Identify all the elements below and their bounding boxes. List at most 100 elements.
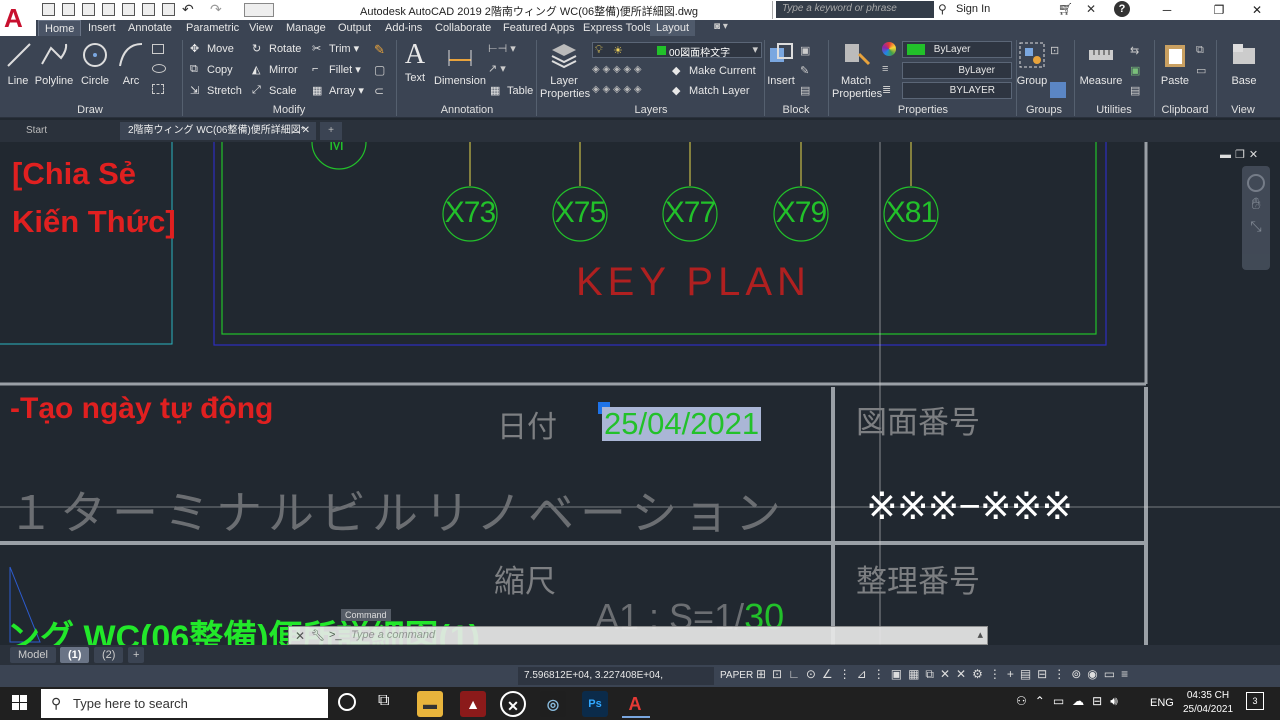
new-tab-button[interactable]: + bbox=[320, 122, 342, 140]
web-mobile-icon[interactable] bbox=[122, 3, 135, 16]
close-icon[interactable]: ✕ bbox=[295, 629, 305, 643]
pan-icon[interactable]: ✋︎ bbox=[1242, 196, 1270, 214]
open-icon[interactable] bbox=[62, 3, 75, 16]
rectangle-icon[interactable] bbox=[152, 44, 164, 54]
block-panel-label[interactable]: Block bbox=[766, 104, 826, 118]
minimize-button[interactable]: ─ bbox=[1144, 0, 1190, 20]
group-selection-icon[interactable] bbox=[1050, 82, 1066, 98]
wrench-icon[interactable]: 🔧︎ bbox=[311, 629, 325, 642]
chevron-up-icon[interactable]: ▴ bbox=[977, 628, 983, 641]
color-dropdown[interactable]: ByLayer bbox=[902, 41, 1012, 58]
make-current-button[interactable]: ◆ Make Current bbox=[672, 64, 756, 78]
save-as-icon[interactable] bbox=[102, 3, 115, 16]
erase-icon[interactable]: ✎ bbox=[374, 42, 385, 58]
table-button[interactable]: ▦ Table bbox=[490, 84, 533, 98]
tab-collaborate[interactable]: Collaborate bbox=[429, 20, 497, 36]
new-icon[interactable] bbox=[42, 3, 55, 16]
tab-add-ins[interactable]: Add-ins bbox=[379, 20, 428, 36]
text-button[interactable]: A Text bbox=[400, 40, 430, 85]
edit-block-icon[interactable]: ✎ bbox=[800, 64, 809, 77]
match-layer-button[interactable]: ◆ Match Layer bbox=[672, 84, 750, 98]
mirror-button[interactable]: ◭ Mirror bbox=[252, 63, 298, 77]
clipboard-panel-label[interactable]: Clipboard bbox=[1156, 104, 1214, 118]
ribbon-options-icon[interactable]: ◙ ▾ bbox=[714, 21, 728, 32]
move-button[interactable]: ✥ Move bbox=[190, 42, 234, 56]
view-panel-label[interactable]: View bbox=[1218, 104, 1268, 118]
rotate-button[interactable]: ↻ Rotate bbox=[252, 42, 301, 56]
fillet-button[interactable]: ⌐ Fillet ▾ bbox=[312, 63, 361, 77]
tab-manage[interactable]: Manage bbox=[280, 20, 332, 36]
dimension-button[interactable]: Dimension bbox=[434, 40, 486, 87]
close-icon[interactable]: ✕ bbox=[302, 122, 310, 140]
create-block-icon[interactable]: ▣ bbox=[800, 44, 810, 57]
search-input[interactable]: Type a keyword or phrase bbox=[776, 1, 934, 18]
copy-clip-icon[interactable]: ⧉ bbox=[1196, 44, 1204, 57]
status-toolbar-icons[interactable]: ⊞⊡∟⊙∠⋮⊿⋮▣▦⧉✕✕⚙⋮+▤⊟⋮⊚◉▭≡ bbox=[756, 667, 1134, 682]
tab-annotate[interactable]: Annotate bbox=[122, 20, 178, 36]
print-icon[interactable] bbox=[162, 3, 175, 16]
file-explorer-icon[interactable]: ▬ bbox=[417, 691, 443, 717]
date-field[interactable]: 25/04/2021 bbox=[602, 407, 762, 441]
quick-select-icon[interactable]: ⇆ bbox=[1130, 44, 1139, 57]
tab-model[interactable]: Model bbox=[10, 647, 56, 663]
tab-view[interactable]: View bbox=[243, 20, 279, 36]
layer-properties-button[interactable]: Layer Properties bbox=[540, 40, 590, 101]
autocad-logo-icon[interactable]: A bbox=[0, 0, 36, 38]
line-button[interactable]: Line bbox=[4, 40, 32, 87]
system-tray-icons[interactable]: ⚇⌃▭☁⊟🔊︎ bbox=[1016, 694, 1126, 709]
groups-panel-label[interactable]: Groups bbox=[1016, 104, 1072, 118]
layers-panel-label[interactable]: Layers bbox=[540, 104, 762, 118]
xbox-icon[interactable]: ✕ bbox=[500, 691, 526, 717]
tab-output[interactable]: Output bbox=[332, 20, 377, 36]
layer-dropdown[interactable]: 💡︎ ☀ 00図面枠文字 ▾ bbox=[592, 42, 762, 59]
explode-icon[interactable]: ▢ bbox=[374, 63, 385, 77]
arc-button[interactable]: Arc bbox=[116, 40, 146, 87]
layer-tools-row1[interactable]: ◈ ◈ ◈ ◈ ◈ bbox=[592, 64, 642, 75]
steering-wheel-icon[interactable] bbox=[1247, 174, 1265, 192]
doc-tab-start[interactable]: Start bbox=[18, 122, 118, 140]
hatch-icon[interactable] bbox=[152, 84, 164, 94]
user-icon[interactable] bbox=[940, 2, 950, 16]
block-attributes-icon[interactable]: ▤ bbox=[800, 84, 810, 97]
space-toggle[interactable]: PAPER bbox=[720, 667, 753, 685]
tab-parametric[interactable]: Parametric bbox=[180, 20, 245, 36]
cut-clip-icon[interactable]: ▭ bbox=[1196, 64, 1206, 77]
match-properties-button[interactable]: Match Properties bbox=[832, 40, 882, 101]
tab-home[interactable]: Home bbox=[38, 20, 82, 36]
insert-block-button[interactable]: Insert bbox=[766, 40, 796, 87]
select-all-icon[interactable]: ▣ bbox=[1130, 64, 1140, 77]
photoshop-icon[interactable]: Ps bbox=[582, 691, 608, 717]
offset-icon[interactable]: ⊂ bbox=[374, 84, 384, 98]
notifications-icon[interactable]: 3 bbox=[1246, 692, 1264, 710]
draw-panel-label[interactable]: Draw bbox=[0, 104, 180, 118]
viewport-window-controls[interactable]: ▬❐✕ bbox=[1220, 148, 1262, 161]
language-indicator[interactable]: ENG bbox=[1150, 697, 1174, 709]
utilities-panel-label[interactable]: Utilities bbox=[1076, 104, 1152, 118]
tab-layout-1[interactable]: (1) bbox=[60, 647, 90, 663]
stretch-button[interactable]: ⇲ Stretch bbox=[190, 84, 242, 98]
linetype-dropdown[interactable]: ByLayer bbox=[902, 62, 1012, 79]
tab-featured-apps[interactable]: Featured Apps bbox=[497, 20, 581, 36]
modify-panel-label[interactable]: Modify bbox=[186, 104, 392, 118]
redo-icon[interactable]: ↷ bbox=[210, 1, 222, 18]
array-button[interactable]: ▦ Array ▾ bbox=[312, 84, 364, 98]
clock[interactable]: 04:35 CH 25/04/2021 bbox=[1180, 689, 1236, 717]
task-view-icon[interactable]: ⧉ bbox=[378, 692, 389, 710]
leader-icon[interactable]: ↗ ▾ bbox=[488, 62, 506, 75]
sign-in-link[interactable]: Sign In bbox=[956, 3, 990, 15]
app-red-icon[interactable]: ▲ bbox=[460, 691, 486, 717]
coordinates-readout[interactable]: 7.596812E+04, 3.227408E+04, 0.00000000 bbox=[518, 667, 714, 699]
linear-dim-icon[interactable]: ⊢⊣ ▾ bbox=[488, 42, 516, 55]
properties-panel-label[interactable]: Properties bbox=[830, 104, 1016, 118]
cortana-icon[interactable] bbox=[338, 693, 356, 711]
navigation-bar[interactable]: ✋︎ ⤡ bbox=[1242, 166, 1270, 270]
ellipse-icon[interactable] bbox=[152, 64, 166, 73]
lineweight-dropdown[interactable]: BYLAYER bbox=[902, 82, 1012, 99]
command-input[interactable]: Type a command bbox=[351, 629, 435, 641]
command-line[interactable]: ✕ 🔧︎ >_ Type a command ▴ bbox=[288, 626, 988, 645]
drawing-canvas[interactable]: [Chia Sẻ Kiến Thức] M X73 X75 X77 X79 X8… bbox=[0, 142, 1280, 645]
undo-icon[interactable]: ↶ bbox=[182, 1, 194, 18]
ungroup-icon[interactable]: ⊡ bbox=[1050, 44, 1059, 57]
plot-icon[interactable] bbox=[142, 3, 155, 16]
share-icon[interactable] bbox=[244, 3, 274, 17]
